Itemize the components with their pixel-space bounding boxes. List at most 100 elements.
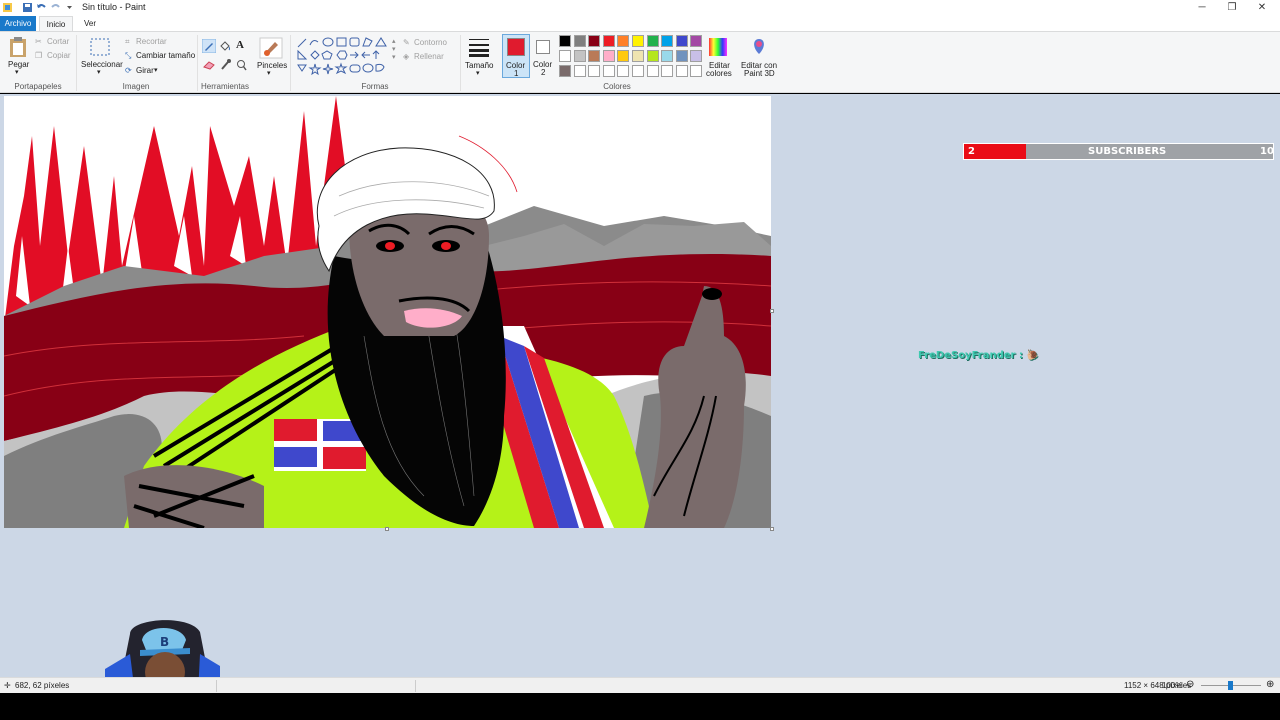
copy-icon: ❐: [35, 51, 43, 60]
palette-swatch[interactable]: [559, 50, 571, 62]
shapes-scroll-icon[interactable]: ▴ ▾ ▾: [392, 37, 396, 61]
brushes-icon[interactable]: [259, 37, 283, 59]
palette-swatch[interactable]: [617, 35, 630, 47]
eraser-icon[interactable]: [203, 60, 215, 70]
cut-icon: ✂: [35, 37, 42, 46]
ribbon-divider: [290, 35, 291, 91]
subscriber-current-count: 2: [968, 146, 975, 157]
color2-label-line2: 2: [541, 68, 546, 77]
fill-icon[interactable]: [219, 40, 231, 52]
magnifier-icon[interactable]: [236, 59, 247, 71]
palette-swatch[interactable]: [632, 65, 644, 77]
paint3d-icon[interactable]: [750, 37, 768, 57]
palette-swatch[interactable]: [588, 65, 601, 77]
palette-swatch[interactable]: [646, 50, 659, 62]
crop-button[interactable]: Recortar: [136, 37, 167, 46]
select-button[interactable]: Seleccionar: [81, 60, 123, 69]
zoom-out-button[interactable]: ⊖: [1186, 679, 1194, 690]
brushes-dropdown-icon[interactable]: ▾: [267, 69, 271, 77]
paste-icon[interactable]: [8, 36, 28, 58]
palette-swatch[interactable]: [573, 35, 586, 47]
drawing-canvas[interactable]: [4, 96, 771, 528]
tools-group-label: Herramientas: [200, 82, 249, 91]
palette-swatch[interactable]: [675, 35, 688, 47]
canvas-resize-handle-right[interactable]: [770, 309, 774, 313]
redo-icon[interactable]: [50, 2, 61, 13]
canvas-resize-handle-bottom[interactable]: [385, 527, 389, 531]
shapes-group-label: Formas: [361, 82, 389, 91]
tab-ver[interactable]: Ver: [76, 16, 104, 31]
close-button[interactable]: ✕: [1246, 0, 1278, 16]
palette-swatch[interactable]: [573, 50, 586, 62]
color2-button[interactable]: Color 2: [532, 34, 556, 78]
palette-swatch[interactable]: [617, 50, 630, 62]
canvas-workspace: 2 SUBSCRIBERS 10 FreDeSoyFrander : 🐌: [0, 94, 1280, 677]
palette-swatch[interactable]: [661, 35, 674, 47]
palette-swatch[interactable]: [675, 65, 688, 77]
color1-label-line2: 1: [514, 69, 519, 78]
palette-swatch[interactable]: [632, 35, 644, 47]
paste-dropdown-icon[interactable]: ▾: [15, 68, 19, 76]
zoom-slider-thumb[interactable]: [1228, 681, 1233, 690]
select-icon[interactable]: [90, 38, 110, 56]
shapes-gallery[interactable]: [296, 37, 392, 77]
copy-button[interactable]: Copiar: [47, 51, 71, 60]
palette-swatch[interactable]: [646, 35, 659, 47]
pencil-icon[interactable]: [202, 39, 216, 53]
resize-icon: ⤡: [125, 51, 132, 60]
palette-swatch[interactable]: [661, 65, 674, 77]
select-dropdown-icon[interactable]: ▾: [97, 68, 101, 76]
color-picker-icon[interactable]: [220, 59, 231, 71]
colors-group-label: Colores: [603, 82, 631, 91]
brushes-button[interactable]: Pinceles: [257, 61, 287, 70]
subscriber-label: SUBSCRIBERS: [1088, 146, 1167, 157]
size-icon[interactable]: [468, 37, 490, 57]
outline-button[interactable]: Contorno: [414, 38, 447, 47]
paint-app-icon: [3, 3, 12, 12]
edit-paint3d-label-line2: Paint 3D: [744, 69, 775, 78]
palette-swatch[interactable]: [602, 50, 615, 62]
palette-swatch[interactable]: [588, 50, 601, 62]
tab-archivo[interactable]: Archivo: [0, 16, 36, 31]
resize-button[interactable]: Cambiar tamaño: [136, 51, 195, 60]
palette-swatch[interactable]: [559, 65, 571, 77]
palette-swatch[interactable]: [559, 35, 571, 47]
canvas-resize-handle-corner[interactable]: [770, 527, 774, 531]
palette-swatch[interactable]: [690, 65, 703, 77]
restore-button[interactable]: ❐: [1216, 0, 1248, 16]
palette-swatch[interactable]: [646, 65, 659, 77]
palette-swatch[interactable]: [661, 50, 674, 62]
subscriber-goal-count: 10: [1260, 146, 1274, 157]
text-tool-icon[interactable]: A: [236, 39, 244, 51]
palette-swatch[interactable]: [632, 50, 644, 62]
palette-swatch[interactable]: [602, 65, 615, 77]
undo-icon[interactable]: [36, 2, 47, 13]
fill-shape-icon: ◈: [403, 52, 410, 61]
rotate-dropdown-icon[interactable]: ▾: [154, 66, 158, 74]
ribbon-tabs: Archivo Inicio Ver: [0, 16, 1280, 31]
quick-access-dropdown-icon[interactable]: [64, 2, 75, 13]
palette-swatch[interactable]: [588, 35, 601, 47]
status-divider: [216, 680, 217, 692]
chat-emote-icon: 🐌: [1026, 350, 1039, 361]
ribbon-divider: [76, 35, 77, 91]
save-icon[interactable]: [22, 2, 33, 13]
cut-button[interactable]: Cortar: [47, 37, 69, 46]
palette-swatch[interactable]: [602, 35, 615, 47]
size-dropdown-icon[interactable]: ▾: [476, 69, 480, 77]
palette-swatch[interactable]: [690, 35, 703, 47]
minimize-button[interactable]: ─: [1186, 0, 1218, 16]
tab-inicio[interactable]: Inicio: [39, 16, 73, 31]
ribbon-divider: [460, 35, 461, 91]
palette-swatch[interactable]: [573, 65, 586, 77]
rotate-button[interactable]: Girar: [136, 66, 154, 75]
zoom-in-button[interactable]: ⊕: [1266, 679, 1274, 690]
palette-swatch[interactable]: [675, 50, 688, 62]
color1-button[interactable]: Color 1: [502, 34, 530, 78]
edit-colors-icon[interactable]: [708, 37, 728, 57]
palette-swatch[interactable]: [690, 50, 703, 62]
paste-button[interactable]: Pegar: [8, 60, 29, 69]
crop-icon: ⌗: [125, 37, 130, 46]
palette-swatch[interactable]: [617, 65, 630, 77]
fill-shape-button[interactable]: Rellenar: [414, 52, 444, 61]
